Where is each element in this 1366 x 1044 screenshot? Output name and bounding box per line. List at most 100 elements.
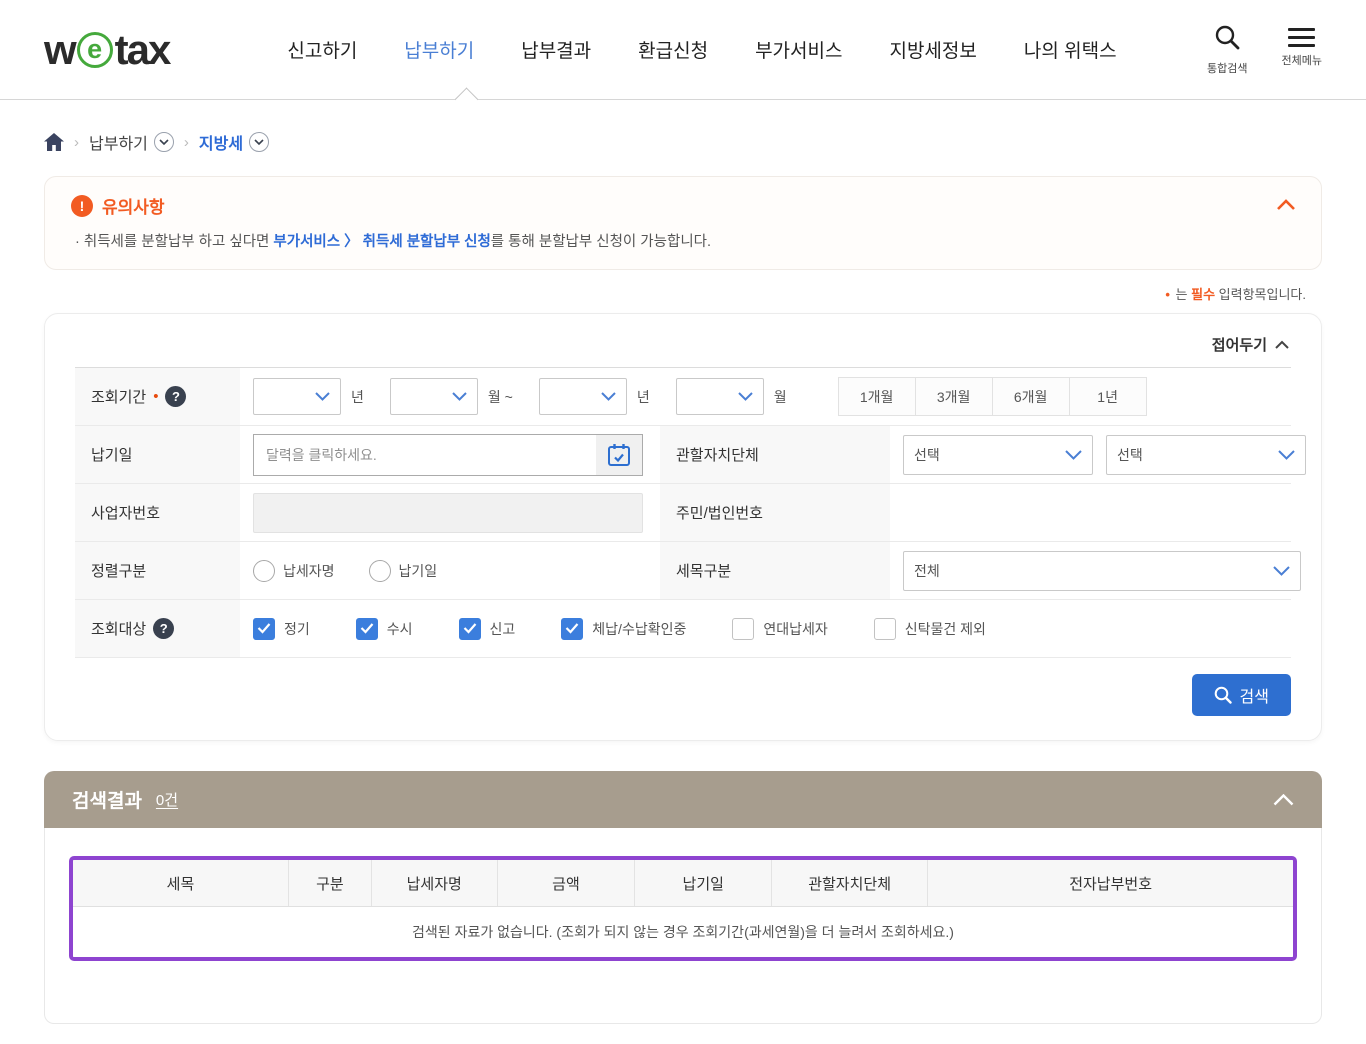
- checkbox-joint-taxpayer[interactable]: 연대납세자: [732, 618, 827, 640]
- breadcrumb-item-localtax[interactable]: 지방세: [199, 130, 269, 154]
- global-search-button[interactable]: 통합검색: [1207, 24, 1247, 76]
- duedate-label-cell: 납기일: [75, 426, 240, 483]
- form-row-period: 조회기간 • ? 년 월 ~: [75, 368, 1291, 426]
- calendar-icon[interactable]: [596, 435, 642, 475]
- period-6month-button[interactable]: 6개월: [992, 377, 1070, 416]
- month-tilde-suffix: 월 ~: [488, 387, 513, 407]
- year-suffix: 년: [351, 387, 364, 407]
- radio-due-date-label: 납기일: [399, 561, 438, 581]
- nav-item-report[interactable]: 신고하기: [287, 36, 357, 63]
- chevron-down-icon: [452, 392, 467, 401]
- nav-item-my-wetax[interactable]: 나의 위택스: [1024, 36, 1117, 63]
- nav-item-pay[interactable]: 납부하기: [404, 36, 474, 63]
- district-select-1[interactable]: 선택: [903, 435, 1093, 475]
- breadcrumb-item-pay[interactable]: 납부하기: [89, 130, 174, 154]
- nav-item-localtax-info[interactable]: 지방세정보: [889, 36, 976, 63]
- col-taxpayer-name: 납세자명: [372, 860, 498, 906]
- nav-item-extra-services[interactable]: 부가서비스: [755, 36, 842, 63]
- duedate-label: 납기일: [91, 444, 132, 465]
- search-icon: [1214, 686, 1232, 704]
- business-number-control: [240, 484, 660, 541]
- breadcrumb-separator: ›: [184, 134, 189, 151]
- checkbox-reported[interactable]: 신고: [459, 618, 516, 640]
- search-button[interactable]: 검색: [1192, 674, 1291, 716]
- form-collapse-label: 접어두기: [1212, 334, 1267, 355]
- search-form-card: 접어두기 조회기간 • ? 년: [44, 313, 1322, 741]
- nav-item-payment-result[interactable]: 납부결과: [521, 36, 591, 63]
- checkbox-regular-label: 정기: [284, 619, 310, 639]
- business-number-label: 사업자번호: [91, 502, 160, 523]
- checkbox-icon: [459, 618, 481, 640]
- district-select-2-value: 선택: [1117, 445, 1143, 465]
- nav-item-refund[interactable]: 환급신청: [638, 36, 708, 63]
- checkbox-icon: [732, 618, 754, 640]
- form-collapse-button[interactable]: 접어두기: [75, 332, 1291, 367]
- chevron-down-icon: [1273, 566, 1290, 576]
- chevron-down-icon: [738, 392, 753, 401]
- notice-text: · 취득세를 분할납부 하고 싶다면 부가서비스 〉 취득세 분할납부 신청를 …: [71, 230, 1295, 251]
- taxitem-select-value: 전체: [914, 561, 940, 581]
- period-controls: 년 월 ~ 년 월: [240, 368, 1291, 425]
- results-collapse-icon[interactable]: [1273, 794, 1294, 806]
- help-icon[interactable]: ?: [165, 386, 186, 407]
- required-dot: •: [153, 389, 158, 404]
- page: wetax 신고하기 납부하기 납부결과 환급신청 부가서비스 지방세정보 나의…: [0, 0, 1366, 1044]
- end-month-select[interactable]: [676, 378, 764, 415]
- taxitem-select[interactable]: 전체: [903, 551, 1301, 591]
- month-suffix: 월: [774, 387, 787, 407]
- chevron-down-circle-icon[interactable]: [154, 132, 174, 152]
- chevron-down-icon: [1065, 450, 1082, 460]
- search-button-row: 검색: [75, 674, 1291, 716]
- start-year-select[interactable]: [253, 378, 341, 415]
- results-count[interactable]: 0건: [156, 789, 178, 810]
- all-menu-button[interactable]: 전체메뉴: [1282, 24, 1322, 76]
- district-select-2[interactable]: 선택: [1106, 435, 1306, 475]
- sort-controls: 납세자명 납기일: [240, 542, 660, 599]
- breadcrumb-label: 납부하기: [89, 130, 148, 154]
- due-date-input[interactable]: 달력을 클릭하세요.: [253, 434, 643, 476]
- district-label: 관할자치단체: [676, 444, 759, 465]
- notice-link[interactable]: 부가서비스 〉 취득세 분할납부 신청: [273, 234, 490, 250]
- resident-number-control: [890, 484, 1291, 541]
- col-tax-item: 세목: [73, 860, 289, 906]
- period-3month-button[interactable]: 3개월: [915, 377, 993, 416]
- chevron-down-circle-icon[interactable]: [249, 132, 269, 152]
- checkbox-occasional[interactable]: 수시: [356, 618, 413, 640]
- start-month-select[interactable]: [390, 378, 478, 415]
- logo-text: tax: [115, 26, 170, 74]
- checkbox-arrears-label: 체납/수납확인중: [592, 619, 686, 639]
- checkbox-arrears[interactable]: 체납/수납확인중: [561, 618, 686, 640]
- form-row-business-resident: 사업자번호 주민/법인번호: [75, 484, 1291, 542]
- radio-due-date[interactable]: 납기일: [369, 560, 438, 582]
- end-year-select[interactable]: [539, 378, 627, 415]
- logo-text: w: [44, 26, 75, 74]
- period-1year-button[interactable]: 1년: [1069, 377, 1147, 416]
- help-icon[interactable]: ?: [153, 618, 174, 639]
- sort-label-cell: 정렬구분: [75, 542, 240, 599]
- radio-taxpayer-name[interactable]: 납세자명: [253, 560, 335, 582]
- radio-taxpayer-name-label: 납세자명: [283, 561, 335, 581]
- checkbox-reported-label: 신고: [490, 619, 516, 639]
- results-header: 검색결과 0건: [44, 771, 1322, 828]
- required-note: • 는 필수 입력항목입니다.: [0, 284, 1306, 303]
- checkbox-icon: [561, 618, 583, 640]
- home-icon[interactable]: [44, 133, 64, 151]
- notice-collapse-icon[interactable]: [1277, 197, 1295, 215]
- notice-text-after: 를 통해 분할납부 신청이 가능합니다.: [491, 234, 711, 250]
- radio-icon: [253, 560, 275, 582]
- chevron-up-icon: [1275, 340, 1289, 349]
- logo[interactable]: wetax: [44, 26, 169, 74]
- exclamation-icon: !: [71, 195, 93, 217]
- taxitem-control: 전체: [890, 542, 1301, 599]
- target-controls: 정기 수시 신고 체납/수납확인중: [240, 600, 1291, 657]
- quick-period-group: 1개월 3개월 6개월 1년: [839, 377, 1147, 416]
- notice-text-before: 취득세를 분할납부 하고 싶다면: [80, 234, 274, 250]
- results-body: 세목 구분 납세자명 금액 납기일 관할자치단체 전자납부번호 검색된 자료가 …: [44, 828, 1322, 1024]
- resident-number-label: 주민/법인번호: [676, 502, 763, 523]
- logo-e-icon: e: [77, 32, 113, 68]
- breadcrumb-separator: ›: [74, 134, 79, 151]
- checkbox-exclude-trust[interactable]: 신탁물건 제외: [874, 618, 986, 640]
- period-1month-button[interactable]: 1개월: [838, 377, 916, 416]
- checkbox-regular[interactable]: 정기: [253, 618, 310, 640]
- radio-icon: [369, 560, 391, 582]
